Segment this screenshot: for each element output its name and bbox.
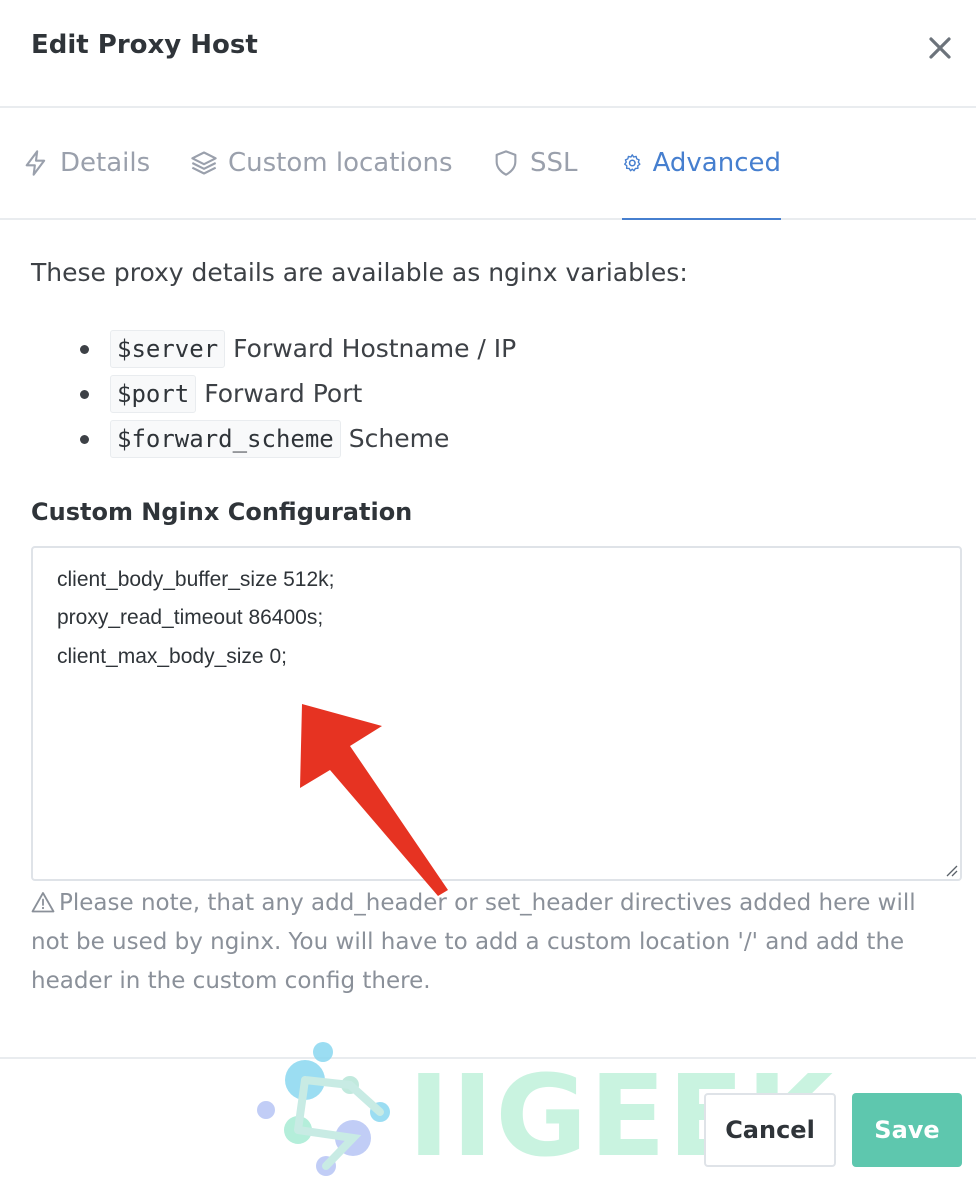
variable-code: $server [110, 329, 226, 368]
bullet-icon [80, 345, 89, 354]
tab-ssl[interactable]: SSL [492, 108, 578, 218]
bullet-icon [80, 390, 89, 399]
config-line: client_max_body_size 0; [57, 645, 287, 668]
list-item: $port Forward Port [80, 371, 516, 416]
tab-ssl-label: SSL [530, 148, 578, 178]
variable-description: Forward Hostname / IP [233, 334, 517, 363]
variables-intro: These proxy details are available as ngi… [31, 258, 688, 287]
tab-advanced-label: Advanced [652, 148, 781, 178]
modal-header: Edit Proxy Host [0, 0, 976, 108]
modal-title: Edit Proxy Host [31, 30, 258, 60]
config-line: proxy_read_timeout 86400s; [57, 606, 324, 629]
variable-code: $forward_scheme [110, 419, 341, 458]
config-note-text: Please note, that any add_header or set_… [31, 890, 916, 994]
cancel-button[interactable]: Cancel [704, 1093, 836, 1167]
resize-handle-icon[interactable] [942, 861, 958, 877]
tab-advanced[interactable]: Advanced [622, 108, 781, 220]
save-button[interactable]: Save [852, 1093, 962, 1167]
annotation-arrow [300, 704, 448, 896]
tab-custom-locations-label: Custom locations [228, 148, 453, 178]
config-line: client_body_buffer_size 512k; [57, 568, 335, 591]
warning-icon [31, 892, 55, 913]
config-label: Custom Nginx Configuration [31, 498, 413, 526]
close-button[interactable] [922, 30, 958, 66]
tab-details[interactable]: Details [22, 108, 150, 218]
variable-code: $port [110, 374, 197, 413]
list-item: $forward_scheme Scheme [80, 416, 516, 461]
tab-details-label: Details [60, 148, 151, 178]
tab-custom-locations[interactable]: Custom locations [190, 108, 453, 218]
lightning-icon [25, 150, 46, 176]
shield-icon [495, 150, 517, 176]
custom-config-textarea[interactable]: client_body_buffer_size 512k; proxy_read… [31, 546, 962, 881]
tab-bar: Details Custom locations SSL Advanced [0, 108, 976, 220]
variable-description: Forward Port [204, 379, 363, 408]
config-note: Please note, that any add_header or set_… [31, 884, 951, 1001]
close-icon [929, 37, 951, 59]
bullet-icon [80, 435, 89, 444]
list-item: $server Forward Hostname / IP [80, 326, 516, 371]
variable-description: Scheme [348, 424, 450, 453]
variables-list: $server Forward Hostname / IP $port Forw… [80, 326, 516, 461]
layers-icon [191, 151, 217, 175]
gear-icon [624, 154, 641, 172]
